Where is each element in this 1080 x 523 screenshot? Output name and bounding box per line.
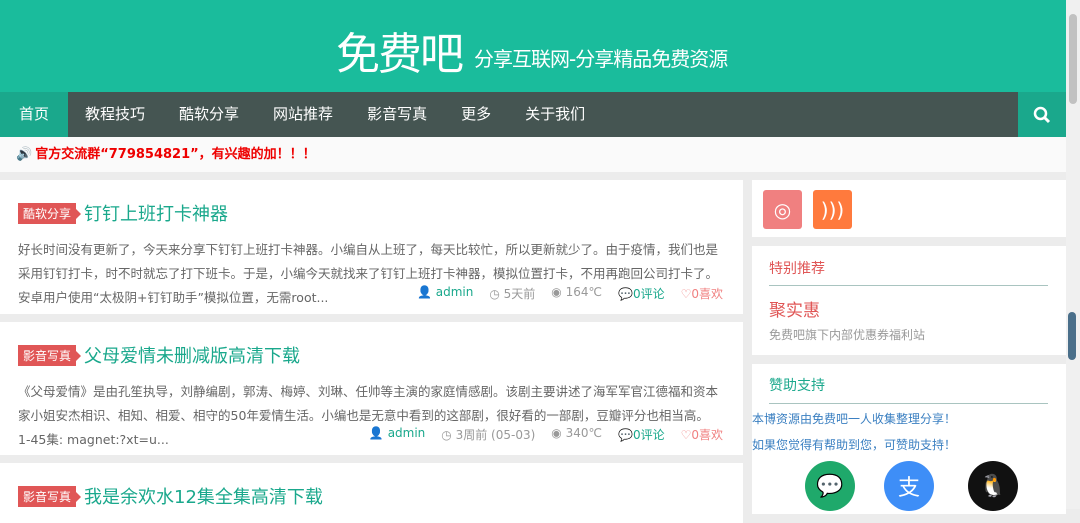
site-slogan: 分享互联网-分享精品免费资源 xyxy=(474,47,728,71)
special-link[interactable]: 聚实惠 xyxy=(769,296,820,321)
post-title[interactable]: 我是余欢水12集全集高清下载 xyxy=(84,483,323,509)
nav-more[interactable]: 更多 xyxy=(444,92,508,137)
post-card: 影音写真 父母爱情未删减版高清下载 《父母爱情》是由孔笙执导，刘静编剧，郭涛、梅婷… xyxy=(0,322,743,455)
divider xyxy=(769,285,1048,286)
nav-tutorials[interactable]: 教程技巧 xyxy=(68,92,162,137)
zoom-slider[interactable] xyxy=(1068,312,1076,360)
special-desc: 免费吧旗下内部优惠券福利站 xyxy=(769,328,926,342)
sponsor-line: 本博资源由免费吧一人收集整理分享！ xyxy=(752,412,957,426)
sponsor-widget: 赞助支持 本博资源由免费吧一人收集整理分享！ 如果您觉得有帮助到您，可赞助支持！… xyxy=(752,364,1066,514)
post-meta: 👤 admin ◷ 3周前 (05-03) ◉ 340℃ 💬0评论 ♡0喜欢 xyxy=(369,426,723,443)
post-views: 164℃ xyxy=(565,285,602,299)
post-views: 340℃ xyxy=(565,426,602,440)
user-icon: 👤 xyxy=(416,285,432,299)
category-tag[interactable]: 酷软分享 xyxy=(18,202,82,224)
sponsor-line: 如果您觉得有帮助到您，可赞助支持！ xyxy=(752,438,957,452)
eye-icon: ◉ xyxy=(551,426,562,440)
search-icon xyxy=(1033,106,1051,123)
nav-software[interactable]: 酷软分享 xyxy=(162,92,256,137)
post-author[interactable]: admin xyxy=(436,285,474,299)
post-time: 5天前 xyxy=(503,287,536,301)
widget-title: 特别推荐 xyxy=(769,261,825,277)
user-icon: 👤 xyxy=(368,426,384,440)
post-card: 影音写真 我是余欢水12集全集高清下载 xyxy=(0,463,743,523)
clock-icon: ◷ xyxy=(441,428,452,442)
post-card: 酷软分享 钉钉上班打卡神器 好长时间没有更新了，今天来分享下钉钉上班打卡神器。小编… xyxy=(0,180,743,314)
post-likes[interactable]: 0喜欢 xyxy=(691,287,723,301)
post-title[interactable]: 钉钉上班打卡神器 xyxy=(84,200,228,226)
post-comments[interactable]: 0评论 xyxy=(633,428,665,442)
special-widget: 特别推荐 聚实惠 免费吧旗下内部优惠券福利站 xyxy=(752,246,1066,355)
nav-home[interactable]: 首页 xyxy=(0,92,69,137)
post-time: 3周前 (05-03) xyxy=(455,428,536,442)
widget-title: 赞助支持 xyxy=(769,378,825,394)
comment-icon: 💬 xyxy=(618,287,633,301)
clock-icon: ◷ xyxy=(489,287,500,301)
post-meta: 👤 admin ◷ 5天前 ◉ 164℃ 💬0评论 ♡0喜欢 xyxy=(417,285,723,302)
scrollbar[interactable] xyxy=(1066,0,1080,509)
weibo-icon[interactable]: ◎ xyxy=(763,190,802,229)
scrollbar-thumb[interactable] xyxy=(1069,14,1077,104)
heart-icon: ♡ xyxy=(680,287,692,301)
qq-icon[interactable]: 🐧 xyxy=(968,461,1018,511)
eye-icon: ◉ xyxy=(551,285,562,299)
main-nav: 首页 教程技巧 酷软分享 网站推荐 影音写真 更多 关于我们 xyxy=(0,92,1066,137)
speaker-icon: 🔊 xyxy=(16,147,33,162)
site-header: 免费吧 分享互联网-分享精品免费资源 xyxy=(0,0,1066,92)
rss-icon[interactable]: ))) xyxy=(813,190,852,229)
nav-about[interactable]: 关于我们 xyxy=(508,92,602,137)
post-author[interactable]: admin xyxy=(388,426,426,440)
notice-bar: 🔊 官方交流群“779854821”，有兴趣的加！！！ xyxy=(0,137,1066,172)
category-tag[interactable]: 影音写真 xyxy=(18,344,82,366)
social-widget: ◎ ))) xyxy=(752,180,1066,237)
nav-sites[interactable]: 网站推荐 xyxy=(256,92,350,137)
wechat-pay-icon[interactable]: 💬 xyxy=(805,461,855,511)
heart-icon: ♡ xyxy=(680,428,692,442)
alipay-icon[interactable]: 支 xyxy=(884,461,934,511)
post-likes[interactable]: 0喜欢 xyxy=(691,428,723,442)
comment-icon: 💬 xyxy=(618,428,633,442)
search-button[interactable] xyxy=(1018,92,1066,137)
notice-text: 官方交流群“779854821”，有兴趣的加！！！ xyxy=(35,147,316,162)
post-comments[interactable]: 0评论 xyxy=(633,287,665,301)
category-tag[interactable]: 影音写真 xyxy=(18,485,82,507)
nav-media[interactable]: 影音写真 xyxy=(350,92,444,137)
post-title[interactable]: 父母爱情未删减版高清下载 xyxy=(84,342,300,368)
site-logo[interactable]: 免费吧 xyxy=(336,18,464,82)
divider xyxy=(769,403,1048,404)
